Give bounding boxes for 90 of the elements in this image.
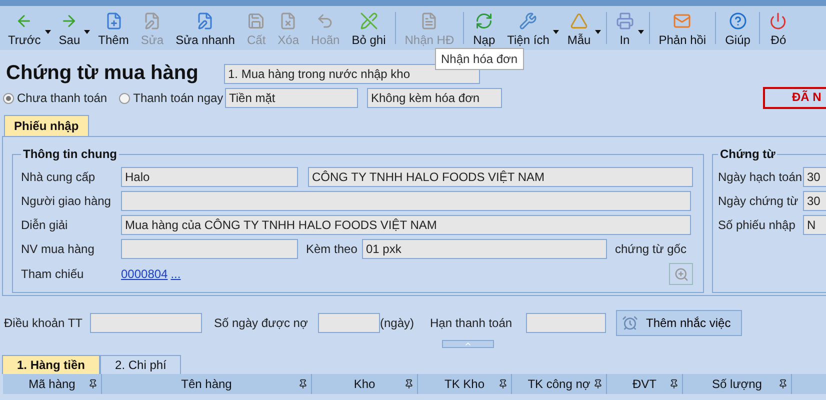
detail-tab[interactable]: 1. Hàng tiền bbox=[2, 355, 100, 374]
form-tab[interactable]: Phiếu nhập bbox=[4, 115, 89, 136]
refresh-icon bbox=[475, 12, 494, 30]
document-icon bbox=[420, 12, 438, 30]
edit-document-icon bbox=[143, 12, 162, 30]
radio-icon[interactable] bbox=[3, 92, 14, 104]
pin-icon[interactable] bbox=[778, 379, 788, 389]
field-label: Số ngày được nợ bbox=[214, 316, 308, 330]
voucher-type-field[interactable]: 1. Mua hàng trong nước nhập kho bbox=[224, 64, 480, 84]
toolbar-button[interactable]: Phản hồi bbox=[652, 6, 712, 50]
field-label: Hạn thanh toán bbox=[430, 316, 514, 330]
column-header[interactable]: TK công nợ bbox=[512, 374, 607, 394]
more-link[interactable]: ... bbox=[170, 267, 181, 281]
group-title: Thông tin chung bbox=[22, 147, 118, 161]
terms-field[interactable] bbox=[90, 313, 202, 333]
field-label: NV mua hàng bbox=[21, 242, 96, 256]
field-label: Tham chiếu bbox=[21, 267, 85, 281]
toolbar-button[interactable]: Mẫu bbox=[561, 6, 603, 50]
invoice-option-field[interactable]: Không kèm hóa đơn bbox=[367, 88, 502, 108]
tooltip: Nhận hóa đơn bbox=[435, 48, 524, 70]
caret-icon[interactable] bbox=[638, 30, 644, 34]
toolbar-button[interactable]: Đó bbox=[763, 6, 794, 50]
help-icon bbox=[728, 12, 747, 30]
envelope-icon bbox=[673, 12, 692, 30]
delete-document-icon bbox=[279, 12, 298, 30]
pin-icon[interactable] bbox=[298, 379, 308, 389]
toolbar-button[interactable]: Trước bbox=[2, 6, 53, 50]
field-label: Ngày hạch toán bbox=[718, 170, 800, 184]
payment-radio[interactable]: Thanh toán ngay bbox=[119, 91, 224, 105]
pin-icon[interactable] bbox=[593, 379, 603, 389]
column-header[interactable]: TK Kho bbox=[418, 374, 512, 394]
pin-icon[interactable] bbox=[88, 379, 98, 389]
days-field[interactable] bbox=[318, 313, 380, 333]
collapse-handle[interactable] bbox=[442, 340, 494, 348]
field-label: Nhà cung cấp bbox=[21, 170, 96, 184]
toolbar-button[interactable]: Sửa nhanh bbox=[170, 6, 241, 50]
reference-link[interactable]: 0000804 bbox=[121, 267, 168, 281]
page-title: Chứng từ mua hàng bbox=[5, 62, 200, 85]
buyer-field[interactable] bbox=[121, 239, 298, 259]
field-label: Diễn giải bbox=[21, 218, 69, 232]
field-label: chứng từ gốc bbox=[615, 242, 685, 256]
undo-icon bbox=[316, 12, 334, 30]
pin-icon[interactable] bbox=[498, 379, 508, 389]
magnifier-icon bbox=[674, 266, 688, 282]
quick-edit-icon bbox=[196, 12, 214, 30]
group-title: Chứng từ bbox=[719, 147, 776, 161]
caret-icon[interactable] bbox=[44, 30, 51, 34]
power-icon bbox=[769, 12, 788, 30]
field-label: Người giao hàng bbox=[21, 194, 112, 208]
payment-radio[interactable]: Chưa thanh toán bbox=[3, 91, 108, 105]
column-header[interactable]: Tên hàng bbox=[102, 374, 312, 394]
column-header[interactable]: Kho bbox=[312, 374, 418, 394]
column-header[interactable]: ĐVT bbox=[607, 374, 683, 394]
supplier-name-field[interactable]: CÔNG TY TNHH HALO FOODS VIỆT NAM bbox=[308, 167, 693, 187]
column-header[interactable]: Mã hàng bbox=[3, 374, 102, 394]
caret-icon[interactable] bbox=[594, 30, 601, 34]
printer-icon bbox=[616, 12, 634, 30]
payment-method-field[interactable]: Tiền mặt bbox=[225, 88, 358, 108]
alarm-clock-icon bbox=[622, 315, 638, 331]
toolbar-button[interactable]: In bbox=[610, 6, 646, 50]
voucher-field[interactable]: N bbox=[803, 215, 826, 235]
toolbar-button[interactable]: Giúp bbox=[719, 6, 756, 50]
caret-icon[interactable] bbox=[84, 30, 90, 34]
tools-icon bbox=[519, 12, 538, 30]
voucher-field[interactable]: 30 bbox=[803, 191, 826, 211]
toolbar-button[interactable]: Sau bbox=[52, 6, 92, 50]
description-field[interactable]: Mua hàng của CÔNG TY TNHH HALO FOODS VIỆT NAM bbox=[121, 215, 691, 235]
radio-icon[interactable] bbox=[119, 92, 130, 104]
field-label: Số phiếu nhập bbox=[718, 218, 796, 232]
column-header[interactable]: Số lượng bbox=[683, 374, 792, 394]
attached-field[interactable]: 01 pxk bbox=[362, 239, 607, 259]
deliverer-field[interactable] bbox=[121, 191, 691, 211]
due-date-field[interactable] bbox=[526, 313, 606, 333]
caret-icon[interactable] bbox=[553, 30, 560, 34]
save-icon bbox=[247, 12, 266, 30]
new-document-icon bbox=[104, 12, 122, 30]
toolbar-button[interactable]: Bỏ ghi bbox=[346, 6, 392, 50]
add-reminder-button[interactable]: Thêm nhắc việc bbox=[616, 310, 742, 336]
toolbar-button[interactable]: Nạp bbox=[467, 6, 502, 50]
voucher-field[interactable]: 30 bbox=[803, 167, 826, 187]
status-stamp: ĐÃ N bbox=[763, 87, 826, 109]
field-label: Ngày chứng từ bbox=[718, 194, 800, 208]
detail-tab[interactable]: 2. Chi phí bbox=[100, 355, 182, 374]
pin-icon[interactable] bbox=[404, 379, 414, 389]
toolbar-button[interactable]: Thêm bbox=[92, 6, 135, 50]
supplier-code-field[interactable]: Halo bbox=[121, 167, 298, 187]
pen-cross-icon bbox=[360, 12, 378, 30]
unit-label: (ngày) bbox=[380, 316, 416, 330]
field-label: Điều khoản TT bbox=[4, 316, 80, 330]
pin-icon[interactable] bbox=[669, 379, 679, 389]
